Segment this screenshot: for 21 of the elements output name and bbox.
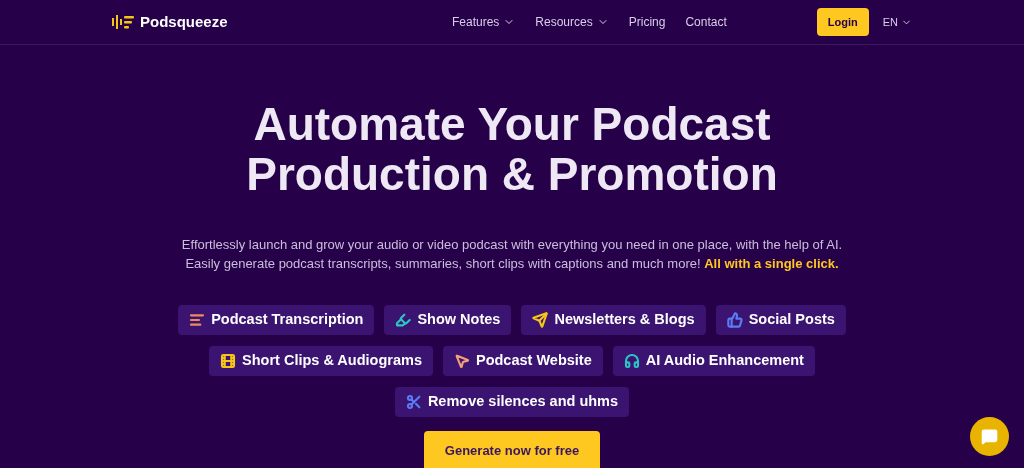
chip-label: Remove silences and uhms xyxy=(427,392,619,412)
chip-label: AI Audio Enhancement xyxy=(645,351,804,371)
chip-label: Podcast Transcription xyxy=(211,310,364,330)
chat-icon xyxy=(981,428,998,445)
chip-label: Podcast Website xyxy=(475,351,592,371)
language-selector[interactable]: EN xyxy=(882,13,912,31)
nav-link[interactable]: Resources xyxy=(535,13,609,31)
chat-button[interactable] xyxy=(970,417,1009,456)
generate-button[interactable]: Generate now for free xyxy=(423,431,601,468)
nav-link[interactable]: Pricing xyxy=(628,13,666,31)
headline: Automate Your Podcast Production & Promotion xyxy=(246,99,778,199)
nav-link[interactable]: Contact xyxy=(685,13,727,31)
nav-link[interactable]: Features xyxy=(452,13,516,31)
chip-label: Show Notes xyxy=(417,310,501,330)
subtitle: Effortlessly launch and grow your audio or video podcast with everything you need in one place, with the help of AI. Easily generate podcast transcripts, summaries, short clips with captions and much more! All with a single click. xyxy=(181,236,843,273)
login-button[interactable]: Login xyxy=(816,7,869,37)
logo-icon xyxy=(112,14,134,30)
chip-label: Short Clips & Audiograms xyxy=(242,351,422,371)
chip-label: Newsletters & Blogs xyxy=(554,310,695,330)
logo-text[interactable]: Podsqueeze xyxy=(140,10,228,34)
chip-label: Social Posts xyxy=(748,310,835,330)
